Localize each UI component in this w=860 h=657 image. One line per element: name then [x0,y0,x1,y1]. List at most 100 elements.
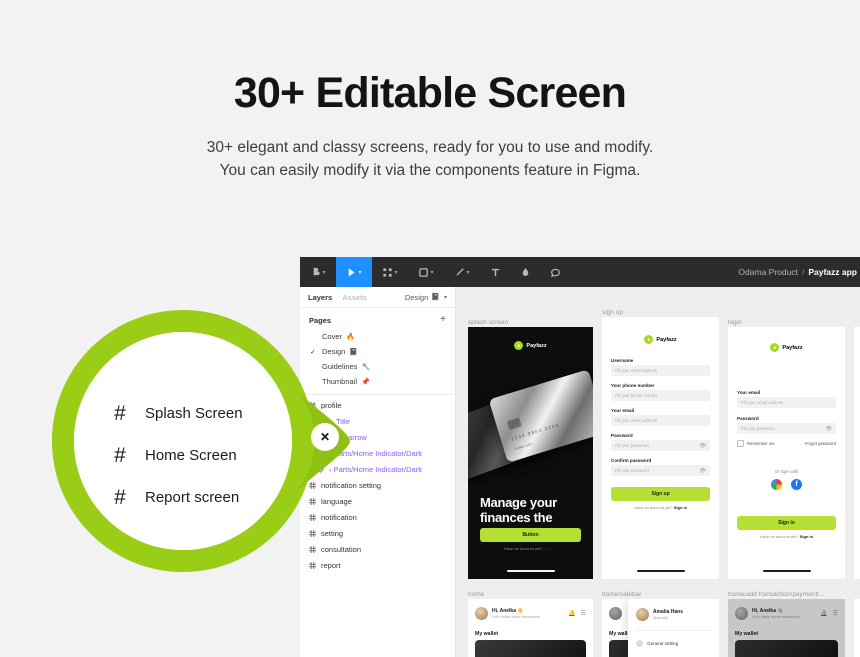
layer-label: Title [336,416,350,426]
field-label: Username [611,358,634,363]
frame-icon [309,513,316,521]
eye-icon[interactable]: 👁 [826,426,832,432]
add-page-button[interactable]: + [440,315,446,325]
eye-icon[interactable]: 👁 [700,443,706,449]
social-login-row: f [737,479,836,490]
forgot-password-link[interactable]: Forgot password [805,441,836,446]
list-item-splash-screen[interactable]: # Splash Screen [113,392,303,434]
tab-layers[interactable]: Layers [308,293,332,302]
remember-me-checkbox[interactable] [737,440,744,447]
bell-icon[interactable]: 🔔 [568,610,575,617]
brand-name: Payfazz [782,344,803,351]
move-tool-caret-icon: ▾ [358,269,362,276]
layer-item[interactable]: notification setting [300,477,455,493]
login-brand: ● Payfazz [728,327,845,352]
home-header: Hi, Anelka 👋 Let's make some transaction… [468,599,593,627]
figma-body: Layers Assets Design 📓 ▾ Pages + Cover 🔥… [300,287,860,657]
field-phone: Your phone number Fill your phone number [611,383,710,401]
sidebar-divider [636,630,711,631]
layer-item[interactable]: profile [300,397,455,413]
tab-assets[interactable]: Assets [342,293,367,302]
comment-tool-icon[interactable] [540,257,570,287]
page-emoji-icon: 🔥 [346,333,355,341]
page-item-guidelines[interactable]: Guidelines 🔧 [300,359,455,374]
frame-partial-right[interactable] [854,327,860,579]
sidebar-profile[interactable]: Amalia Hans @amalia [628,599,719,626]
confirm-password-input[interactable]: Fill your password 👁 [611,465,710,476]
layer-item[interactable]: report [300,557,455,573]
splash-footer-link[interactable]: Sign in [544,546,557,551]
bell-icon[interactable]: 🔔 [820,610,827,617]
email-input[interactable]: Fill your email address [737,397,836,408]
username-input[interactable]: Fill your email address [611,365,710,376]
sidebar-item-general-setting[interactable]: General setting [628,635,719,652]
avatar [636,608,649,621]
signup-brand: ● Payfazz [602,317,719,344]
layer-item[interactable]: consultation [300,541,455,557]
layer-label: notification [321,512,357,522]
page-selector[interactable]: Design 📓 ▾ [405,293,447,302]
password-input[interactable]: Fill your password 👁 [737,423,836,434]
sidebar-user-name: Amalia Hans [653,608,684,615]
list-item-report-screen[interactable]: # Report screen [113,476,303,518]
password-input[interactable]: Fill your password 👁 [611,440,710,451]
signup-button[interactable]: Sign up [611,487,710,501]
eye-icon[interactable]: 👁 [700,468,706,474]
move-tool-icon[interactable]: ▾ [336,257,372,287]
frame-label-home-sidebar[interactable]: home/sidebar [602,591,641,598]
figma-toolbar: ▾ ▾ ▾ ▾ ▾ Odama Product / Payfazz app [300,257,860,287]
page-selector-caret-icon: ▾ [443,294,447,301]
frame-label-splash[interactable]: splash screen [468,319,508,326]
field-label: Password [611,433,633,438]
frame-label-home-add-transaction[interactable]: home/add transaction/payment/... [728,591,824,598]
layer-item[interactable]: language [300,493,455,509]
login-footer-link[interactable]: Sign in [800,534,813,539]
page-subtitle: 30+ elegant and classy screens, ready fo… [0,119,860,183]
frame-tool-icon[interactable]: ▾ [372,257,408,287]
frame-login[interactable]: ● Payfazz Your email Fill your email add… [728,327,845,579]
email-input[interactable]: Fill your email address [611,415,710,426]
list-item-home-screen[interactable]: # Home Screen [113,434,303,476]
menu-icon[interactable]: ☰ [581,610,586,617]
frame-label-login[interactable]: login [728,319,742,326]
facebook-icon[interactable]: f [791,479,802,490]
shape-tool-icon[interactable]: ▾ [408,257,444,287]
hand-tool-icon[interactable] [510,257,540,287]
brand-logo-icon: ● [770,343,780,352]
splash-button[interactable]: Button [480,528,581,542]
page-label: Thumbnail [322,377,358,386]
menu-icon[interactable]: ☰ [833,610,838,617]
frame-home-add-transaction[interactable]: Hi, Anelka 👋 Let's make some transaction… [728,599,845,657]
page-item-design[interactable]: ✓ Design 📓 [300,344,455,359]
frame-partial-right-bottom[interactable] [854,599,860,657]
frame-label-home[interactable]: home [468,591,484,598]
frame-home[interactable]: Hi, Anelka 👋 Let's make some transaction… [468,599,593,657]
layer-label: consultation [321,544,362,554]
frame-sign-up[interactable]: ● Payfazz Username Fill your email addre… [602,317,719,579]
text-tool-icon[interactable] [480,257,510,287]
google-icon[interactable] [771,479,782,490]
signup-footer-link[interactable]: Sign in [674,505,687,510]
sidebar-user-handle: @amalia [653,616,669,621]
frame-icon [309,529,316,537]
page-item-cover[interactable]: Cover 🔥 [300,329,455,344]
close-button[interactable]: ✕ [311,423,339,451]
frame-label-signup[interactable]: sign up [602,309,623,316]
figma-canvas[interactable]: splash screen sign up login ● Payfazz 12… [456,287,860,657]
phone-input[interactable]: Fill your phone number [611,390,710,401]
frame-splash-screen[interactable]: ● Payfazz 1234 9802 2204 Anelka John Man… [468,327,593,579]
layer-label: left arrow [336,432,367,442]
wallet-card[interactable] [475,640,586,657]
layer-item[interactable]: notification [300,509,455,525]
menu-icon[interactable]: ▾ [300,257,336,287]
card-illustration: 1234 9802 2204 Anelka John [468,365,593,485]
signin-button[interactable]: Sign in [737,516,836,530]
breadcrumb-file: Payfazz app [808,267,857,277]
layer-item[interactable]: ‹ Parts/Home Indicator/Dark [300,461,455,477]
pen-tool-icon[interactable]: ▾ [444,257,480,287]
field-label: Your email [737,390,761,395]
breadcrumb[interactable]: Odama Product / Payfazz app ▾ [738,257,860,287]
layer-item[interactable]: setting [300,525,455,541]
page-item-thumbnail[interactable]: Thumbnail 📌 [300,374,455,389]
frame-home-sidebar[interactable]: My wallet Amalia Hans @amalia General se… [602,599,719,657]
